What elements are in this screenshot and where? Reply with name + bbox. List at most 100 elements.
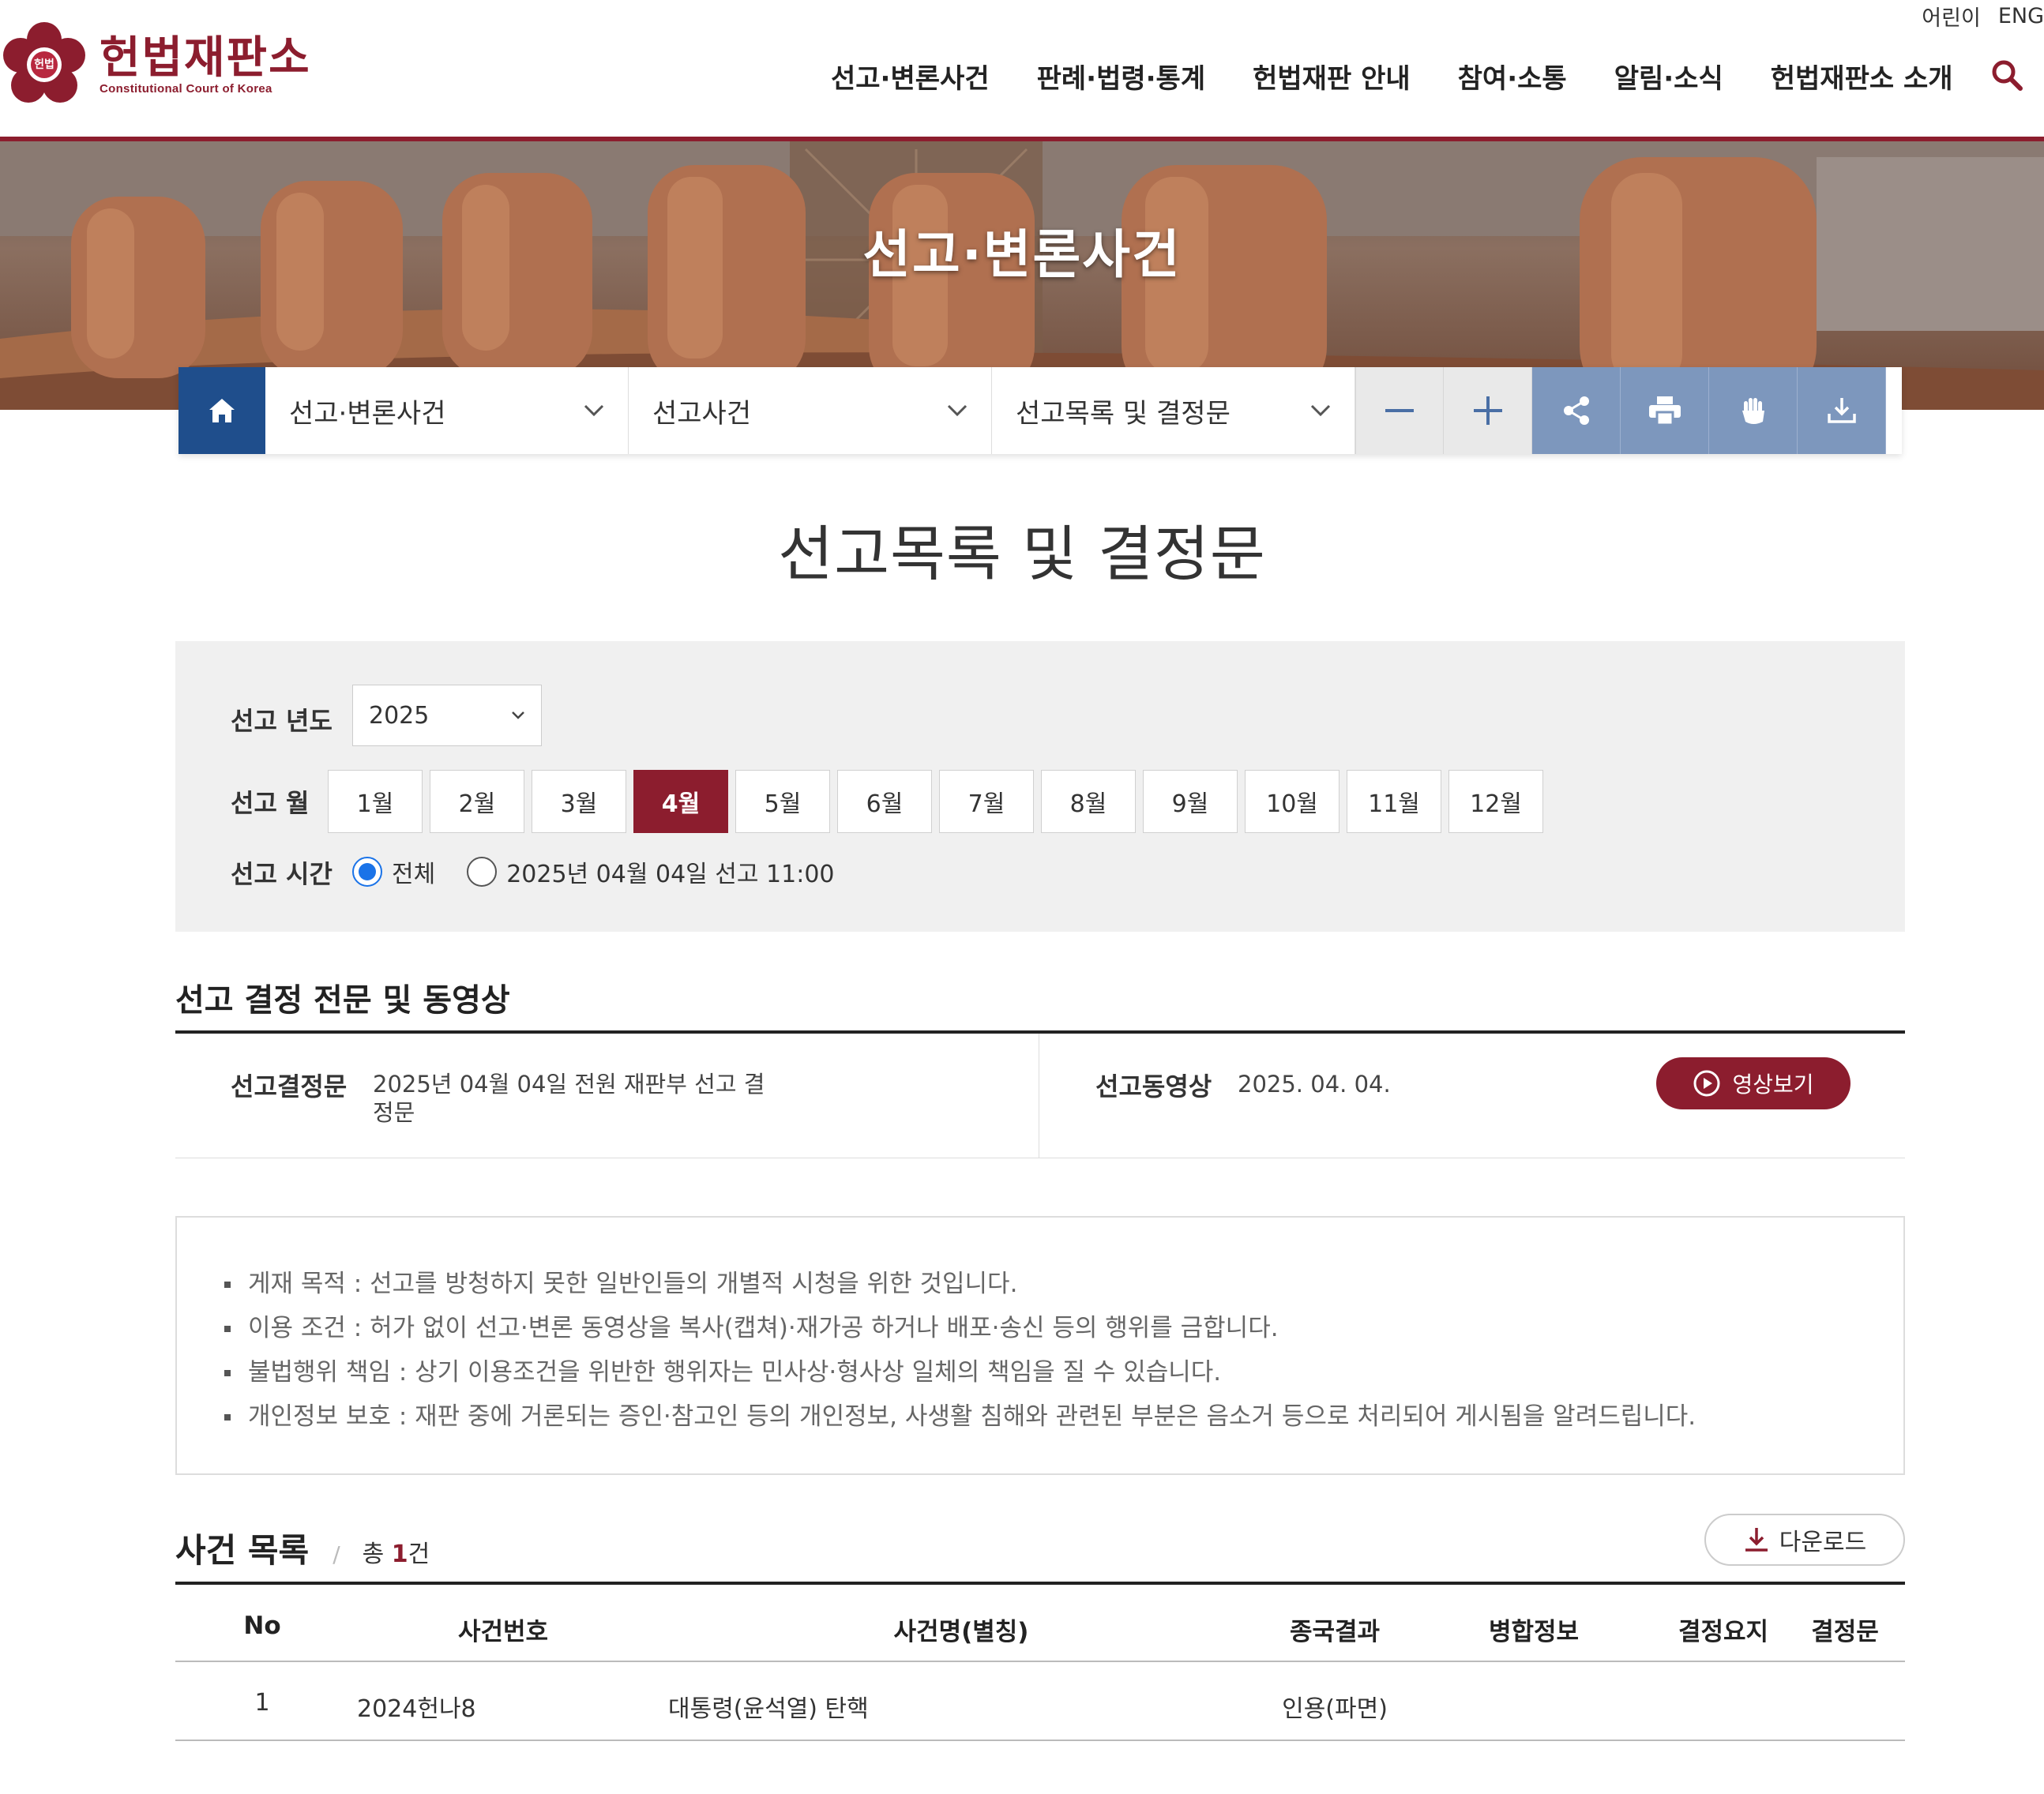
gnb-item-cases[interactable]: 선고·변론사건 [831, 57, 990, 96]
gnb-item-about[interactable]: 헌법재판소 소개 [1771, 57, 1953, 96]
location-dropdown-depth3[interactable]: 선고목록 및 결정문 [992, 367, 1355, 454]
separator: / [333, 1541, 340, 1567]
month-button-1[interactable]: 1월 [328, 770, 423, 833]
case-count-number: 1 [391, 1541, 408, 1568]
table-row[interactable]: 1 2024헌나8 대통령(윤석열) 탄핵 인용(파면) [175, 1662, 1905, 1741]
video-label: 선고동영상 [1095, 1072, 1212, 1102]
location-dropdown-label: 선고사건 [652, 397, 752, 430]
gnb-item-precedents[interactable]: 판례·법령·통계 [1037, 57, 1206, 96]
location-dropdown-label: 선고목록 및 결정문 [1016, 397, 1231, 430]
col-summary: 결정요지 [1678, 1618, 1769, 1646]
utility-links: 어린이 ENG [1922, 0, 2044, 32]
month-button-7[interactable]: 7월 [939, 770, 1034, 833]
col-case-name: 사건명(별칭) [893, 1618, 1029, 1646]
main-navigation: 선고·변론사건 판례·법령·통계 헌법재판 안내 참여·소통 알림·소식 헌법재… [831, 57, 2001, 96]
month-button-11[interactable]: 11월 [1347, 770, 1441, 833]
share-icon[interactable] [1532, 367, 1621, 454]
decision-doc-link[interactable]: 2025년 04월 04일 전원 재판부 선고 결 정문 [373, 1070, 765, 1127]
month-label: 선고 월 [231, 788, 310, 818]
month-button-10[interactable]: 10월 [1245, 770, 1339, 833]
cell-case-name[interactable]: 대통령(윤석열) 탄핵 [668, 1689, 869, 1724]
gnb-item-participation[interactable]: 참여·소통 [1458, 57, 1567, 96]
decision-doc-label: 선고결정문 [231, 1072, 348, 1102]
time-label: 선고 시간 [231, 859, 333, 889]
location-bar: 선고·변론사건 선고사건 선고목록 및 결정문 [178, 367, 1902, 454]
logo-title: 헌법재판소 [100, 32, 311, 84]
gnb-item-guide[interactable]: 헌법재판 안내 [1253, 57, 1411, 96]
chevron-down-icon [1310, 404, 1331, 417]
col-result: 종국결과 [1289, 1618, 1381, 1646]
gnb-item-news[interactable]: 알림·소식 [1614, 57, 1723, 96]
decision-section-title: 선고 결정 전문 및 동영상 [175, 982, 510, 1019]
case-list-title: 사건 목록 [175, 1531, 310, 1570]
download-arrow-icon[interactable] [1798, 367, 1886, 454]
chevron-down-icon [584, 404, 604, 417]
hand-gesture-icon[interactable] [1709, 367, 1798, 454]
logo-subtitle: Constitutional Court of Korea [100, 81, 272, 96]
english-link[interactable]: ENG [1998, 4, 2044, 28]
time-radio-session[interactable] [467, 857, 498, 887]
zoom-out-icon[interactable] [1355, 367, 1444, 454]
location-dropdown-depth1[interactable]: 선고·변론사건 [265, 367, 629, 454]
col-case-number: 사건번호 [457, 1618, 549, 1646]
case-table: No 사건번호 사건명(별칭) 종국결과 병합정보 결정요지 결정문 1 202… [175, 1582, 1905, 1741]
print-icon[interactable] [1621, 367, 1709, 454]
case-list-header: 사건 목록 / 총 1건 [175, 1524, 430, 1572]
chevron-down-icon [947, 404, 968, 417]
cell-case-number: 2024헌나8 [357, 1695, 476, 1723]
kids-link[interactable]: 어린이 [1922, 1, 1981, 32]
col-no: No [243, 1612, 281, 1640]
year-select[interactable]: 2025 [352, 685, 542, 746]
month-button-6[interactable]: 6월 [837, 770, 932, 833]
notice-item: 불법행위 책임 : 상기 이용조건을 위반한 행위자는 민사상·형사상 일체의 … [224, 1350, 1696, 1394]
notice-item: 게재 목적 : 선고를 방청하지 못한 일반인들의 개별적 시청을 위한 것입니… [224, 1262, 1696, 1306]
month-buttons: 1월 2월 3월 4월 5월 6월 7월 8월 9월 10월 11월 12월 [328, 770, 1550, 833]
seal-text: 헌법 [34, 58, 54, 71]
court-seal-icon: 헌법 [0, 21, 88, 109]
home-icon[interactable] [178, 367, 265, 454]
decision-video-box: 선고결정문 2025년 04월 04일 전원 재판부 선고 결 정문 선고동영상… [175, 1030, 1905, 1158]
video-date: 2025. 04. 04. [1238, 1071, 1391, 1098]
location-dropdown-label: 선고·변론사건 [289, 397, 446, 430]
notice-item: 이용 조건 : 허가 없이 선고·변론 동영상을 복사(캡쳐)·재가공 하거나 … [224, 1306, 1696, 1350]
case-count-suffix: 건 [408, 1541, 430, 1568]
download-icon [1745, 1528, 1768, 1552]
month-button-4[interactable]: 4월 [633, 770, 728, 833]
month-button-12[interactable]: 12월 [1448, 770, 1543, 833]
watch-video-button[interactable]: 영상보기 [1656, 1057, 1850, 1109]
search-icon[interactable] [1990, 58, 2023, 92]
download-label: 다운로드 [1779, 1529, 1867, 1556]
month-button-3[interactable]: 3월 [532, 770, 626, 833]
year-select-value: 2025 [369, 701, 430, 730]
year-label: 선고 년도 [231, 706, 333, 736]
cell-result: 인용(파면) [1282, 1695, 1388, 1723]
page-title: 선고목록 및 결정문 [778, 519, 1266, 589]
cell-no: 1 [254, 1689, 270, 1717]
play-circle-icon [1693, 1070, 1720, 1097]
site-logo[interactable]: 헌법 헌법재판소 Constitutional Court of Korea [0, 21, 311, 109]
time-radio-all-label[interactable]: 전체 [392, 854, 435, 889]
chevron-down-icon [512, 711, 524, 719]
zoom-in-icon[interactable] [1444, 367, 1532, 454]
col-merge: 병합정보 [1488, 1618, 1580, 1646]
decision-doc-text-line1: 2025년 04월 04일 전원 재판부 선고 결 [373, 1071, 765, 1098]
watch-video-label: 영상보기 [1732, 1072, 1814, 1098]
case-count-prefix: 총 [362, 1541, 392, 1568]
table-header: No 사건번호 사건명(별칭) 종국결과 병합정보 결정요지 결정문 [175, 1582, 1905, 1662]
month-button-8[interactable]: 8월 [1041, 770, 1136, 833]
decision-doc-text-line2: 정문 [373, 1099, 415, 1126]
month-button-2[interactable]: 2월 [430, 770, 524, 833]
month-button-9[interactable]: 9월 [1143, 770, 1238, 833]
location-dropdown-depth2[interactable]: 선고사건 [629, 367, 992, 454]
time-radio-session-label[interactable]: 2025년 04월 04일 선고 11:00 [506, 854, 834, 889]
hero-title: 선고·변론사건 [862, 224, 1182, 285]
month-button-5[interactable]: 5월 [735, 770, 830, 833]
col-decision: 결정문 [1811, 1618, 1879, 1646]
notice-item: 개인정보 보호 : 재판 중에 거론되는 증인·참고인 등의 개인정보, 사생활… [224, 1394, 1696, 1439]
download-button[interactable]: 다운로드 [1704, 1514, 1905, 1566]
filter-panel: 선고 년도 2025 선고 월 1월 2월 3월 4월 5월 6월 7월 8월 … [175, 641, 1905, 932]
case-count: 총 1건 [363, 1534, 430, 1569]
notice-box: 게재 목적 : 선고를 방청하지 못한 일반인들의 개별적 시청을 위한 것입니… [175, 1216, 1905, 1475]
time-radio-group: 전체 2025년 04월 04일 선고 11:00 [352, 854, 835, 889]
time-radio-all[interactable] [352, 857, 382, 887]
